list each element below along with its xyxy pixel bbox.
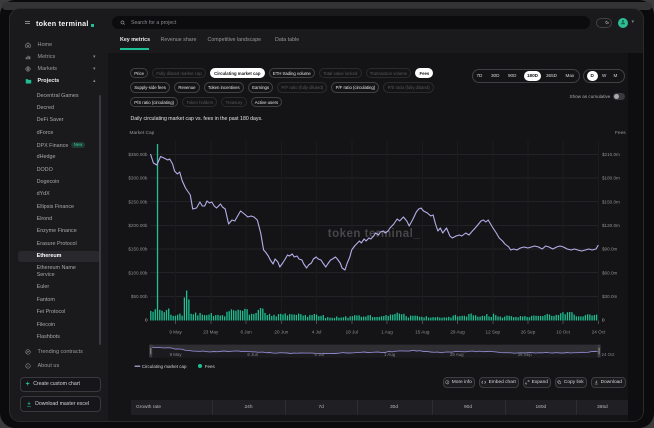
svg-text:$200.00b: $200.00b [128, 223, 148, 228]
svg-text:4 Jul: 4 Jul [312, 329, 322, 334]
svg-text:$30.0m: $30.0m [602, 294, 617, 299]
svg-text:0: 0 [602, 318, 605, 323]
svg-text:$180.0m: $180.0m [602, 176, 620, 181]
svg-text:$50.00b: $50.00b [131, 294, 148, 299]
svg-text:15 Aug: 15 Aug [415, 329, 430, 334]
svg-text:6 Jun: 6 Jun [240, 329, 252, 334]
svg-text:$120.0m: $120.0m [602, 223, 620, 228]
svg-text:$150.00b: $150.00b [128, 247, 148, 252]
svg-text:1 Aug: 1 Aug [381, 329, 393, 334]
svg-text:$90.0m: $90.0m [602, 247, 617, 252]
svg-text:$300.00b: $300.00b [128, 176, 148, 181]
svg-text:$250.00b: $250.00b [128, 199, 148, 204]
svg-text:23 May: 23 May [203, 329, 219, 334]
svg-text:18 Jul: 18 Jul [346, 329, 358, 334]
svg-text:6 Jul: 6 Jul [315, 352, 324, 357]
svg-text:26 Sep: 26 Sep [518, 352, 532, 357]
svg-text:9 May: 9 May [169, 329, 182, 334]
svg-text:29 Aug: 29 Aug [450, 352, 464, 357]
svg-text:10 Oct: 10 Oct [556, 329, 570, 334]
svg-text:29 Aug: 29 Aug [450, 329, 465, 334]
svg-text:0: 0 [145, 318, 148, 323]
svg-text:24 Oct: 24 Oct [602, 352, 616, 357]
svg-text:9 May: 9 May [170, 352, 183, 357]
svg-text:$100.00b: $100.00b [128, 270, 148, 275]
svg-text:$60.0m: $60.0m [602, 270, 617, 275]
svg-text:6 Jun: 6 Jun [247, 352, 258, 357]
svg-text:1 Aug: 1 Aug [384, 352, 396, 357]
svg-text:24 Oct: 24 Oct [592, 329, 606, 334]
svg-text:$210.0m: $210.0m [602, 152, 620, 157]
svg-text:26 Sep: 26 Sep [521, 329, 536, 334]
svg-text:12 Sep: 12 Sep [486, 329, 501, 334]
svg-text:20 Jun: 20 Jun [274, 329, 288, 334]
svg-text:$350.00b: $350.00b [128, 152, 148, 157]
svg-text:$150.0m: $150.0m [602, 199, 620, 204]
svg-text:token terminal_: token terminal_ [328, 228, 421, 240]
